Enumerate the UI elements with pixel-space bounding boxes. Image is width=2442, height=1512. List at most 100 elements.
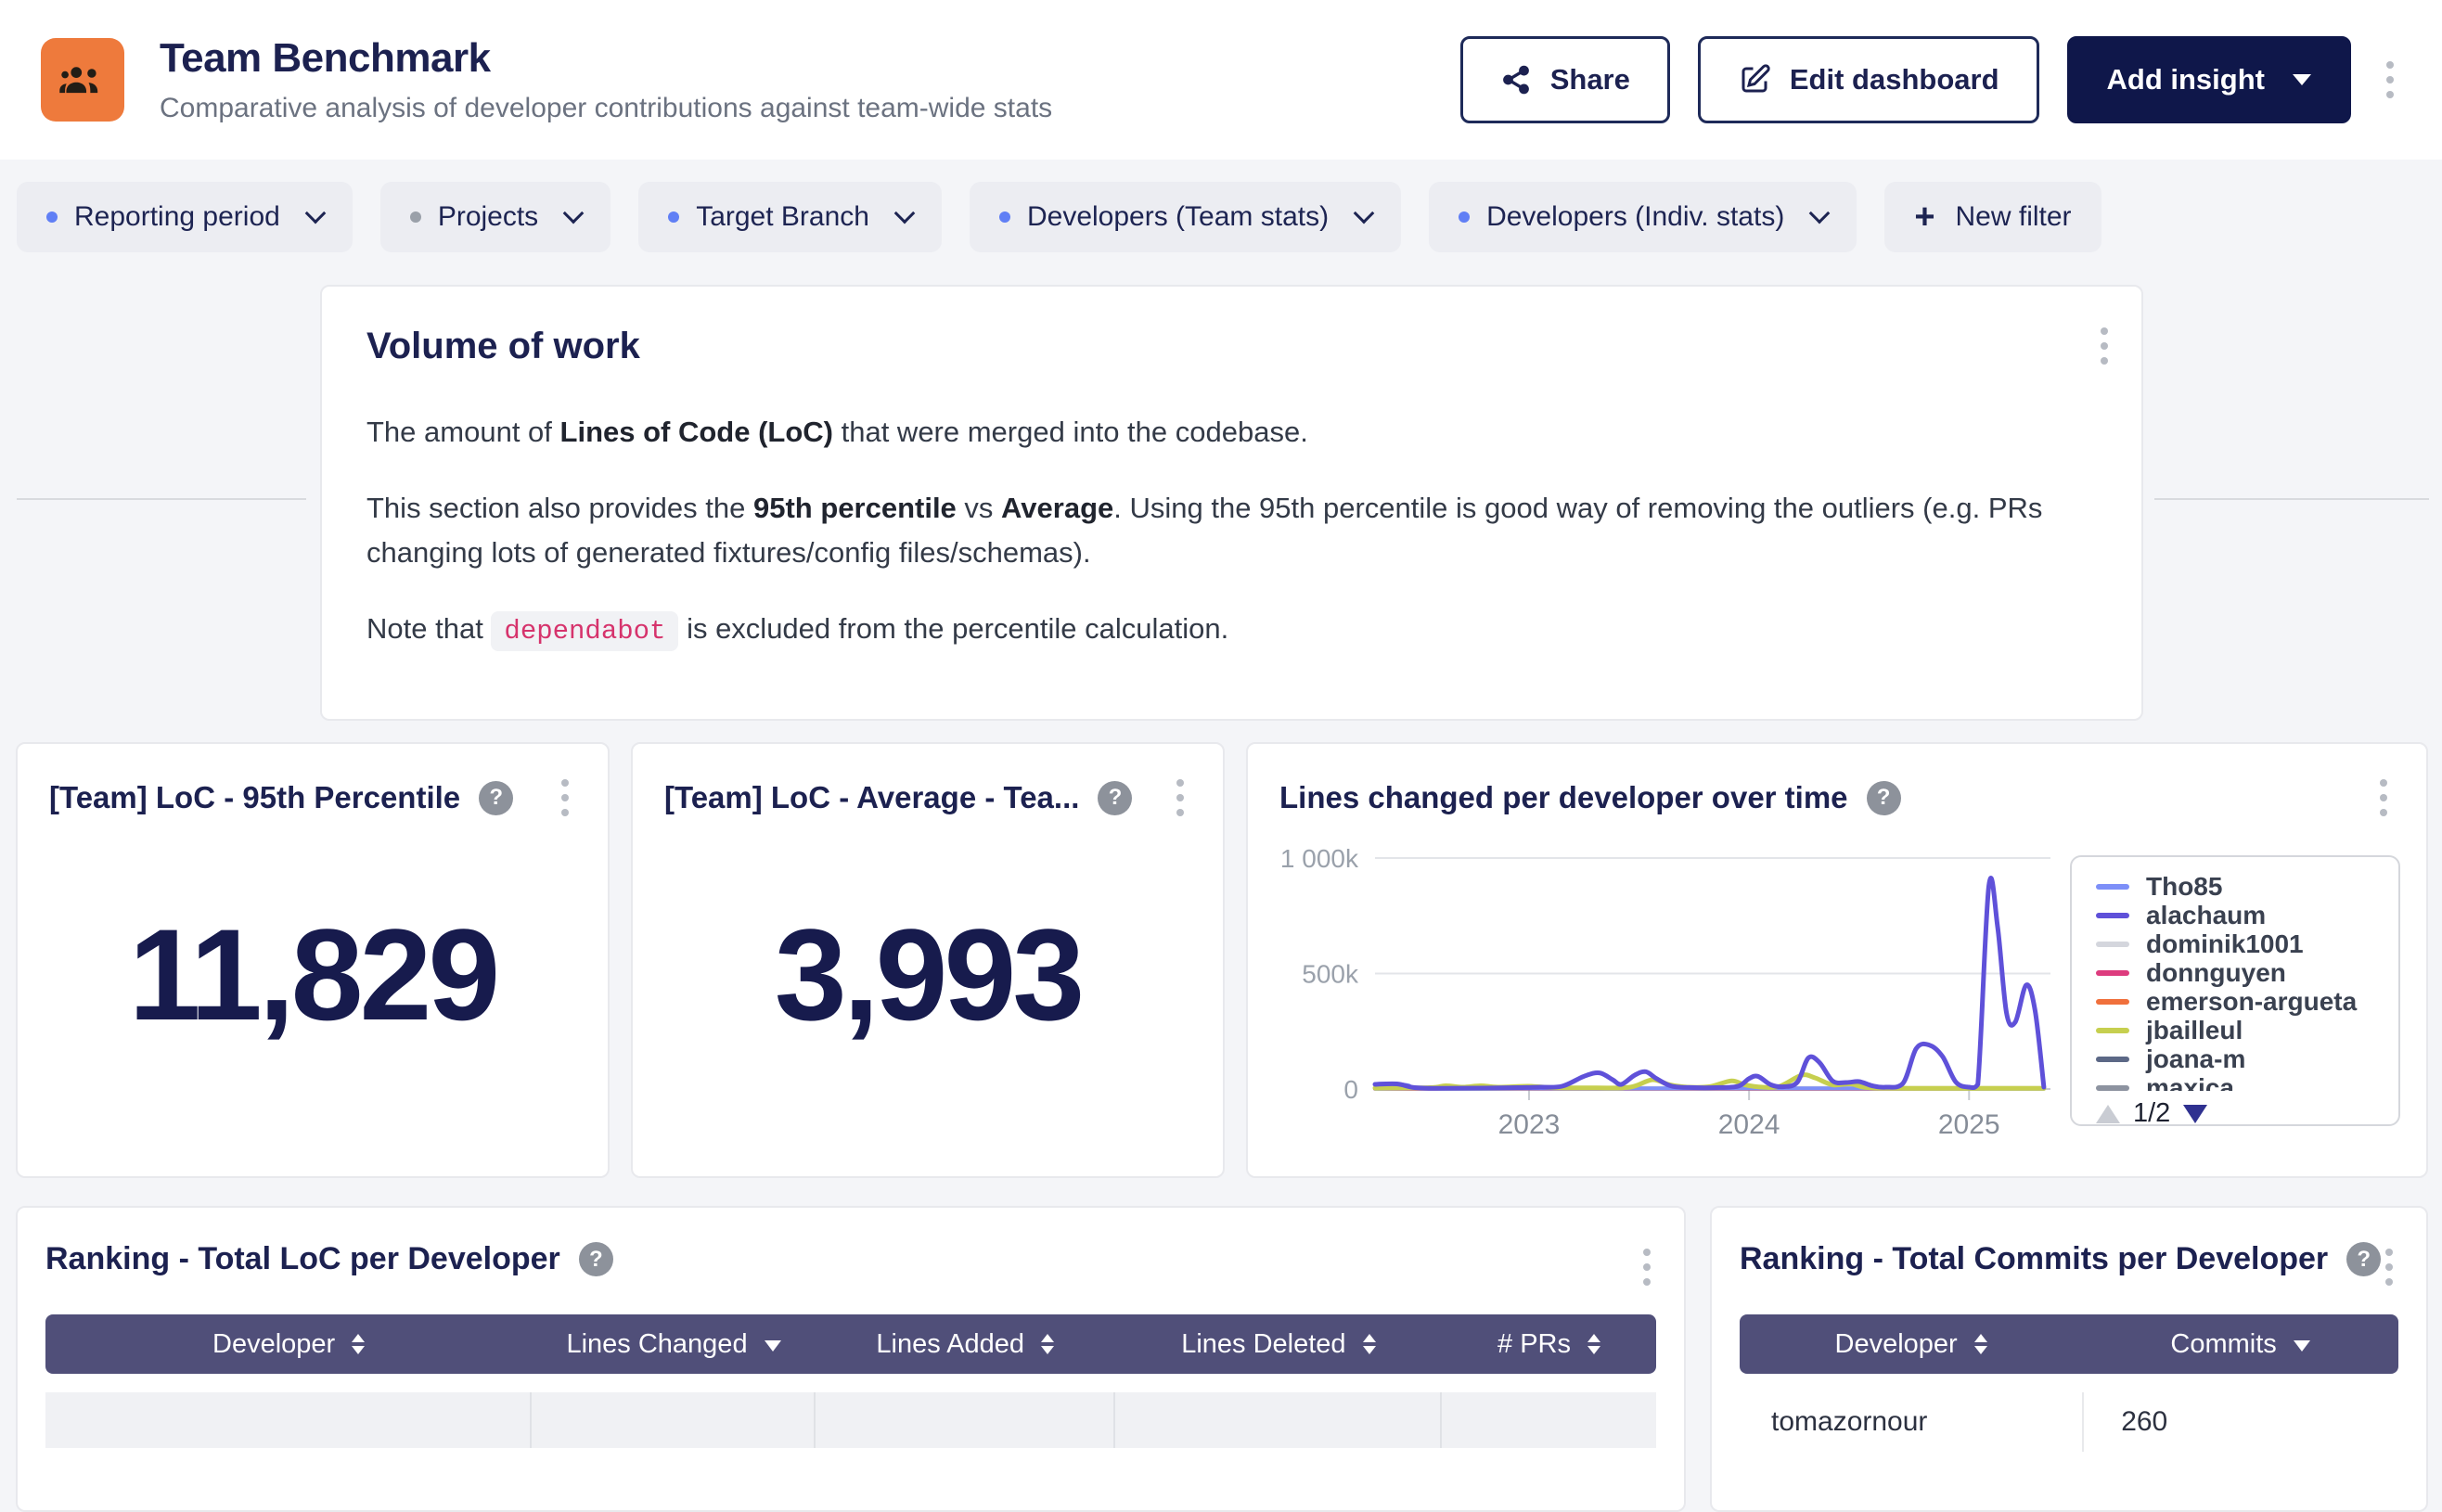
- chevron-down-icon: [894, 203, 916, 224]
- legend-swatch: [2096, 1057, 2129, 1062]
- legend-page-indicator: 1/2: [2133, 1098, 2170, 1129]
- ranking-loc-table-header: Developer Lines Changed Lines Added Lines D…: [45, 1314, 1656, 1374]
- chevron-down-icon: [563, 203, 585, 224]
- legend-item-donnguyen[interactable]: donnguyen: [2096, 958, 2398, 987]
- legend-item-Tho85[interactable]: Tho85: [2096, 872, 2398, 901]
- volume-card-title: Volume of work: [366, 326, 2097, 367]
- legend-label: alachaum: [2146, 901, 2266, 930]
- edit-pencil-icon: [1738, 63, 1771, 96]
- help-icon[interactable]: ?: [1098, 781, 1132, 815]
- sort-icon: [1363, 1334, 1376, 1354]
- filter-status-dot: [668, 211, 679, 223]
- help-icon[interactable]: ?: [579, 1242, 613, 1276]
- stat-card-kebab-menu[interactable]: [554, 772, 576, 824]
- filter-label: Target Branch: [696, 201, 869, 233]
- filter-label: Reporting period: [74, 201, 280, 233]
- column-header-commits[interactable]: Commits: [2082, 1314, 2398, 1374]
- lines-changed-chart-card: Lines changed per developer over time ? …: [1246, 742, 2428, 1178]
- chart-card-kebab-menu[interactable]: [2372, 772, 2395, 824]
- page-title: Team Benchmark: [160, 35, 1052, 82]
- help-icon[interactable]: ?: [479, 781, 513, 815]
- ranking-commits-title: Ranking - Total Commits per Developer: [1740, 1241, 2328, 1277]
- column-label: Lines Added: [876, 1329, 1024, 1360]
- series-line-alachaum: [1375, 878, 2044, 1089]
- sort-desc-icon: [2294, 1340, 2310, 1352]
- svg-text:500k: 500k: [1302, 960, 1359, 989]
- stat-card-kebab-menu[interactable]: [1169, 772, 1191, 824]
- svg-text:1 000k: 1 000k: [1280, 844, 1359, 873]
- column-label: # PRs: [1497, 1329, 1571, 1360]
- legend-label: joana-m: [2146, 1044, 2245, 1074]
- chevron-down-icon: [304, 203, 326, 224]
- share-button-label: Share: [1550, 63, 1630, 96]
- legend-swatch: [2096, 1085, 2129, 1091]
- volume-paragraph-1: The amount of Lines of Code (LoC) that w…: [366, 410, 2092, 455]
- filter-reporting-period[interactable]: Reporting period: [17, 182, 353, 252]
- svg-text:2023: 2023: [1498, 1109, 1561, 1140]
- ranking-commits-table-header: Developer Commits: [1740, 1314, 2398, 1374]
- add-insight-button[interactable]: Add insight: [2067, 36, 2351, 123]
- filter-status-dot: [410, 211, 421, 223]
- volume-paragraph-2: This section also provides the 95th perc…: [366, 486, 2092, 575]
- page-subtitle: Comparative analysis of developer contri…: [160, 93, 1052, 124]
- filter-projects[interactable]: Projects: [380, 182, 610, 252]
- sort-desc-icon: [765, 1340, 781, 1352]
- filter-developers-indiv-stats-[interactable]: Developers (Indiv. stats): [1429, 182, 1857, 252]
- new-filter-button[interactable]: + New filter: [1884, 182, 2101, 252]
- ranking-loc-title: Ranking - Total LoC per Developer: [45, 1241, 560, 1277]
- share-button[interactable]: Share: [1460, 36, 1670, 123]
- caret-down-icon: [2293, 74, 2311, 85]
- column-label: Lines Changed: [566, 1329, 747, 1360]
- ranking-commits-card: Ranking - Total Commits per Developer ? …: [1710, 1206, 2428, 1512]
- commits-cell: 260: [2082, 1392, 2398, 1452]
- column-label: Commits: [2170, 1329, 2276, 1360]
- filter-target-branch[interactable]: Target Branch: [638, 182, 942, 252]
- new-filter-label: New filter: [1956, 201, 2072, 233]
- column-header--prs[interactable]: # PRs: [1442, 1314, 1656, 1374]
- sort-icon: [1587, 1334, 1600, 1354]
- column-header-developer[interactable]: Developer: [1740, 1314, 2082, 1374]
- legend-item-alachaum[interactable]: alachaum: [2096, 901, 2398, 929]
- filter-label: Developers (Team stats): [1027, 201, 1329, 233]
- legend-label: Tho85: [2146, 872, 2222, 902]
- column-header-lines-changed[interactable]: Lines Changed: [532, 1314, 816, 1374]
- column-header-developer[interactable]: Developer: [45, 1314, 532, 1374]
- help-icon[interactable]: ?: [2346, 1242, 2381, 1276]
- legend-swatch: [2096, 884, 2129, 890]
- ranking-commits-kebab-menu[interactable]: [2378, 1241, 2400, 1293]
- top-bar: Team Benchmark Comparative analysis of d…: [0, 0, 2442, 160]
- sort-icon: [1974, 1334, 1987, 1354]
- filter-developers-team-stats-[interactable]: Developers (Team stats): [970, 182, 1401, 252]
- legend-page-down-icon[interactable]: [2183, 1105, 2207, 1123]
- ranking-loc-table-row: [45, 1392, 1656, 1448]
- edit-dashboard-button[interactable]: Edit dashboard: [1698, 36, 2039, 123]
- filter-label: Projects: [438, 201, 538, 233]
- legend-item-emerson-argueta[interactable]: emerson-argueta: [2096, 987, 2398, 1016]
- legend-item-dominik1001[interactable]: dominik1001: [2096, 929, 2398, 958]
- legend-page-up-icon[interactable]: [2096, 1105, 2120, 1123]
- svg-text:0: 0: [1343, 1075, 1358, 1104]
- add-insight-label: Add insight: [2107, 63, 2265, 96]
- chart-card-title: Lines changed per developer over time: [1279, 780, 1848, 815]
- ranking-loc-kebab-menu[interactable]: [1636, 1241, 1658, 1293]
- column-header-lines-added[interactable]: Lines Added: [816, 1314, 1115, 1374]
- header-kebab-menu[interactable]: [2379, 54, 2401, 106]
- legend-item-jbailleul[interactable]: jbailleul: [2096, 1016, 2398, 1044]
- legend-swatch: [2096, 970, 2129, 976]
- share-icon: [1500, 64, 1532, 96]
- legend-swatch: [2096, 999, 2129, 1005]
- edit-dashboard-label: Edit dashboard: [1790, 63, 1999, 96]
- stat-card-loc-95th-percentile: [Team] LoC - 95th Percentile ? 11,829: [16, 742, 610, 1178]
- filter-label: Developers (Indiv. stats): [1486, 201, 1784, 233]
- legend-item-joana-m[interactable]: joana-m: [2096, 1044, 2398, 1073]
- volume-card-kebab-menu[interactable]: [2093, 320, 2115, 372]
- table-row[interactable]: tomazornour260: [1740, 1392, 2398, 1452]
- sort-icon: [1041, 1334, 1054, 1354]
- sort-icon: [352, 1334, 365, 1354]
- help-icon[interactable]: ?: [1867, 781, 1901, 815]
- column-label: Developer: [1835, 1329, 1958, 1360]
- legend-swatch: [2096, 942, 2129, 947]
- legend-item-maxica[interactable]: maxica: [2096, 1073, 2398, 1091]
- legend-label: emerson-argueta: [2146, 987, 2357, 1017]
- column-header-lines-deleted[interactable]: Lines Deleted: [1115, 1314, 1442, 1374]
